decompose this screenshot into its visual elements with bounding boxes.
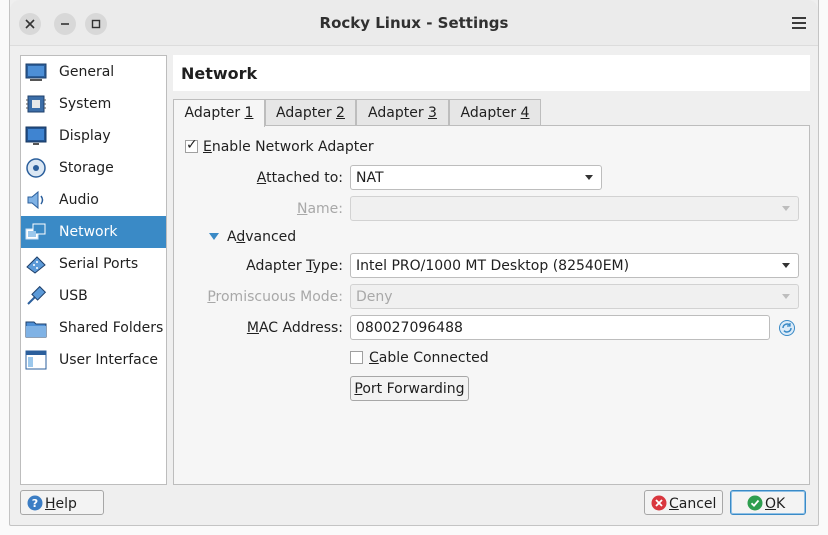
- chevron-down-icon: [782, 206, 790, 211]
- chevron-down-icon: [782, 263, 790, 268]
- shared-folders-icon: [25, 321, 47, 338]
- help-icon: ?: [27, 495, 43, 511]
- name-select[interactable]: [350, 196, 799, 221]
- network-icon: [25, 223, 46, 240]
- cable-connected-label[interactable]: Cable Connected: [369, 350, 489, 366]
- sidebar-item-label: User Interface: [59, 352, 159, 368]
- sidebar-item-system[interactable]: System: [21, 88, 166, 120]
- mac-address-field[interactable]: 080027096488: [350, 315, 770, 340]
- enable-adapter-label[interactable]: Enable Network Adapter: [203, 139, 374, 155]
- audio-icon: [27, 190, 44, 210]
- tab-adapter-4[interactable]: Adapter 4: [449, 99, 541, 126]
- display-icon: [25, 126, 47, 145]
- ok-icon: [747, 495, 763, 511]
- sidebar-item-label: USB: [59, 288, 88, 304]
- sidebar-item-label: Storage: [59, 160, 114, 176]
- promiscuous-mode-select[interactable]: Deny: [350, 284, 799, 309]
- attached-to-select[interactable]: NAT: [350, 165, 602, 190]
- system-icon: [26, 95, 46, 113]
- refresh-mac-icon[interactable]: [778, 319, 796, 337]
- ok-button[interactable]: OK: [730, 490, 806, 515]
- serial-ports-icon: [26, 256, 46, 274]
- page-title: Network: [181, 64, 258, 83]
- tab-adapter-2[interactable]: Adapter 2: [265, 99, 356, 126]
- sidebar-item-serial-ports[interactable]: Serial Ports: [21, 248, 166, 280]
- promiscuous-mode-label: Promiscuous Mode:: [207, 289, 343, 305]
- advanced-toggle[interactable]: Advanced: [227, 229, 296, 245]
- cable-connected-checkbox[interactable]: [350, 351, 363, 364]
- sidebar-item-shared-folders[interactable]: Shared Folders: [21, 312, 166, 344]
- tab-adapter-1[interactable]: Adapter 1: [173, 99, 265, 127]
- sidebar-item-label: General: [59, 64, 115, 80]
- sidebar-item-label: System: [59, 96, 112, 112]
- adapter-type-label: Adapter Type:: [246, 258, 343, 274]
- page-header: Network: [173, 55, 810, 91]
- title-bar: Rocky Linux - Settings: [10, 0, 818, 46]
- svg-text:?: ?: [32, 497, 38, 510]
- chevron-down-icon: [585, 175, 593, 180]
- sidebar-item-label: Shared Folders: [59, 320, 164, 336]
- name-label: Name:: [296, 201, 343, 217]
- usb-icon: [27, 285, 47, 305]
- help-button[interactable]: ? Help: [20, 490, 104, 515]
- sidebar-item-general[interactable]: General: [21, 56, 166, 88]
- general-icon: [25, 63, 47, 81]
- sidebar-item-storage[interactable]: Storage: [21, 152, 166, 184]
- settings-sidebar: General System Display Storage Audio Net…: [20, 55, 167, 485]
- enable-adapter-checkbox[interactable]: [185, 137, 198, 153]
- sidebar-item-usb[interactable]: USB: [21, 280, 166, 312]
- sidebar-item-label: Serial Ports: [59, 256, 139, 272]
- sidebar-item-network[interactable]: Network: [21, 216, 166, 248]
- hamburger-menu-icon[interactable]: [792, 17, 806, 29]
- mac-address-label: MAC Address:: [246, 320, 343, 336]
- sidebar-item-label: Display: [59, 128, 111, 144]
- window-title: Rocky Linux - Settings: [319, 14, 509, 32]
- port-forwarding-button[interactable]: Port Forwarding: [350, 376, 469, 401]
- user-interface-icon: [25, 350, 47, 370]
- sidebar-item-label: Network: [59, 224, 118, 240]
- expand-triangle-icon[interactable]: [209, 233, 219, 241]
- sidebar-item-user-interface[interactable]: User Interface: [21, 344, 166, 376]
- cancel-icon: [651, 495, 667, 511]
- sidebar-item-label: Audio: [59, 192, 99, 208]
- adapter-type-select[interactable]: Intel PRO/1000 MT Desktop (82540EM): [350, 253, 799, 278]
- tab-adapter-3[interactable]: Adapter 3: [356, 99, 449, 126]
- settings-window: Rocky Linux - Settings General System Di…: [9, 0, 819, 526]
- sidebar-item-audio[interactable]: Audio: [21, 184, 166, 216]
- sidebar-item-display[interactable]: Display: [21, 120, 166, 152]
- storage-icon: [26, 158, 46, 178]
- chevron-down-icon: [782, 294, 790, 299]
- cancel-button[interactable]: Cancel: [644, 490, 723, 515]
- attached-to-label: Attached to:: [256, 170, 343, 186]
